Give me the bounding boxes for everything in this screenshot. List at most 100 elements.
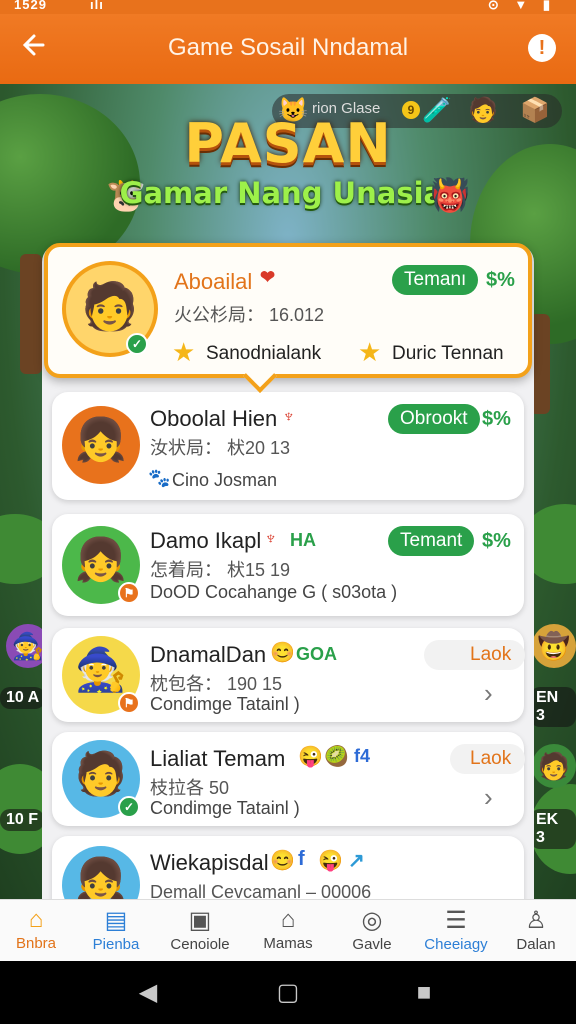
friend-note: DoOD Cocahange G ( s03ota ) (150, 582, 398, 602)
friend-note: Cino Josman (172, 470, 278, 490)
avatar: 👧 (62, 846, 140, 899)
signal-icon: ılı (90, 0, 104, 12)
nav-home[interactable]: ⌂ Bnbra (0, 900, 72, 962)
emoji-badge-icon: 😜 (298, 746, 323, 768)
house-icon: ⌂ (280, 906, 296, 933)
flag-badge-icon: ⚑ (118, 582, 140, 604)
friend-percent: $% (482, 408, 511, 430)
friend-stats: Demall Cevcamanl – 00006 (150, 882, 372, 899)
side-character: 🧑 (532, 744, 576, 788)
home-icon: ⌂ (28, 906, 44, 933)
nav-label: Pienba (92, 936, 140, 953)
side-level-label: EK 3 (530, 809, 576, 849)
emoji-badge-icon: 😜 (318, 850, 343, 872)
status-icons: ⊙ ▼ ▮ (487, 0, 556, 12)
nav-label: Gavle (352, 936, 392, 953)
game-banner: 😺 rion Glase 9 🧪 🧑 📦 PASAN 🐮 Gamar Nang … (0, 84, 576, 244)
emoji-badge-icon: 😊 (270, 642, 295, 664)
friend-status-button[interactable]: Obrookt (388, 404, 480, 434)
heart-badge-icon: ♆ (264, 528, 278, 548)
avatar: 👧 (62, 406, 140, 484)
nav-list[interactable]: ▤ Pienba (80, 900, 152, 962)
friend-card[interactable]: 👧 Oboolal Hien ♆ 汝状局： 枤20 13 Cino Josman… (52, 392, 524, 500)
friends-list: 🧑 ✓ Aboailal ❤ 火公杉局： 16.012 Temanı $% ★ … (42, 243, 534, 899)
app-bar: Game Sosail Nndamal ! (0, 14, 576, 84)
game-scene: 🧙 🤠 🧑 10 A 10 F EN 3 EK 3 😺 rion Glase 9… (0, 84, 576, 899)
friend-name: Aboailal (174, 269, 253, 294)
list-icon: ▤ (104, 907, 128, 934)
friend-note: Condimge Tatainl ) (150, 694, 300, 714)
share-icon: ↗ (348, 850, 365, 872)
heart-badge-icon: ❤ (260, 267, 276, 287)
friend-card[interactable]: 🧑 ✓ Lialiat Temam 😜 🥝 f4 枝拉各 50 Condimge… (52, 732, 526, 826)
nav-label: Mamas (263, 935, 313, 952)
friend-name: Oboolal Hien (150, 406, 278, 431)
nav-house[interactable]: ⌂ Mamas (252, 900, 324, 962)
globe-icon: ◎ (361, 907, 383, 934)
flag-badge-icon: ⚑ (118, 692, 140, 714)
star-icon: ★ (358, 337, 382, 367)
side-level-label: EN 3 (530, 687, 576, 727)
nav-globe[interactable]: ◎ Gavle (336, 900, 408, 962)
chevron-right-icon[interactable]: › (484, 678, 493, 709)
recents-square-icon[interactable]: ■ (410, 979, 438, 1007)
emoji-badge-icon: 😊 (270, 850, 295, 872)
friend-status-button[interactable]: Temanı (392, 265, 479, 295)
emoji-badge-icon: 🥝 (324, 746, 349, 768)
nav-label: Cheeiagy (424, 936, 488, 953)
online-badge-icon: ✓ (118, 796, 140, 818)
star-icon: ★ (172, 337, 196, 367)
nav-badge[interactable]: ▣ Cenoiole (164, 900, 236, 962)
friend-tag: HA (290, 530, 316, 550)
friend-stats: 枝拉各 50 (150, 778, 230, 798)
friend-percent: $% (486, 269, 515, 291)
star-label: Sanodnialank (206, 343, 322, 364)
nav-label: Cenoiole (170, 936, 230, 953)
friend-card[interactable]: 👧 ⚑ Damo Ikapl ♆ HA 怎着局： 枤15 19 DoOD Coc… (52, 514, 524, 616)
friend-stats: 枕包各： 190 15 (150, 674, 283, 694)
nav-label: Dalan (516, 936, 556, 953)
online-badge-icon: ✓ (126, 333, 148, 355)
friend-percent: $% (482, 530, 511, 552)
pet-icon: 🐾 (148, 468, 171, 488)
status-time: 1529 (14, 0, 47, 12)
nav-label: Bnbra (15, 935, 57, 952)
badge-icon: ▣ (188, 907, 212, 934)
home-square-icon[interactable]: ▢ (274, 979, 302, 1007)
person-icon: ♙ (525, 907, 547, 934)
side-level-label: 10 A (0, 687, 46, 709)
friend-tag: GOA (296, 644, 338, 664)
heart-badge-icon: ♆ (282, 406, 296, 426)
star-label: Duric Tennan (392, 343, 504, 364)
system-nav-bar: ◀ ▢ ■ (0, 961, 576, 1024)
game-tagline: Gamar Nang Unasia! (119, 176, 457, 210)
nav-stack[interactable]: ☰ Cheeiagy (420, 900, 492, 962)
friend-stats: 汝状局： 枤20 13 (150, 438, 291, 458)
bottom-nav: ⌂ Bnbra ▤ Pienba ▣ Cenoiole ⌂ Mamas ◎ Ga… (0, 899, 576, 961)
friend-name: Damo Ikapl (150, 528, 262, 553)
friend-card[interactable]: 👧 Wiekapisdal 😊 f 😜 ↗ Demall Cevcamanl –… (52, 836, 524, 899)
friend-card-featured[interactable]: 🧑 ✓ Aboailal ❤ 火公杉局： 16.012 Temanı $% ★ … (44, 243, 532, 378)
stack-icon: ☰ (445, 907, 467, 934)
page-title: Game Sosail Nndamal (167, 34, 409, 61)
game-logo: PASAN (184, 112, 392, 175)
friend-tag: f4 (354, 746, 371, 766)
side-character: 🤠 (532, 624, 576, 668)
friend-stats: 火公杉局： 16.012 (174, 305, 325, 325)
friend-status-button[interactable]: Temant (388, 526, 475, 556)
status-bar: 1529 ılı ⊙ ▼ ▮ (0, 0, 576, 14)
friend-name: Lialiat Temam (150, 746, 286, 771)
facebook-icon: f (298, 848, 305, 870)
alert-icon[interactable]: ! (528, 34, 556, 62)
nav-person[interactable]: ♙ Dalan (500, 900, 572, 962)
back-triangle-icon[interactable]: ◀ (134, 979, 162, 1007)
side-level-label: 10 F (0, 809, 45, 831)
look-button[interactable]: Laok (424, 640, 526, 670)
chevron-right-icon[interactable]: › (484, 782, 493, 813)
look-button[interactable]: Laok (450, 744, 526, 774)
monster-icon: 👹 (430, 177, 470, 213)
friend-note: Condimge Tatainl ) (150, 798, 300, 818)
tree-trunk (20, 254, 42, 374)
friend-card[interactable]: 🧙 ⚑ DnamalDan 😊 GOA 枕包各： 190 15 Condimge… (52, 628, 526, 722)
friend-name: DnamalDan (150, 642, 267, 667)
